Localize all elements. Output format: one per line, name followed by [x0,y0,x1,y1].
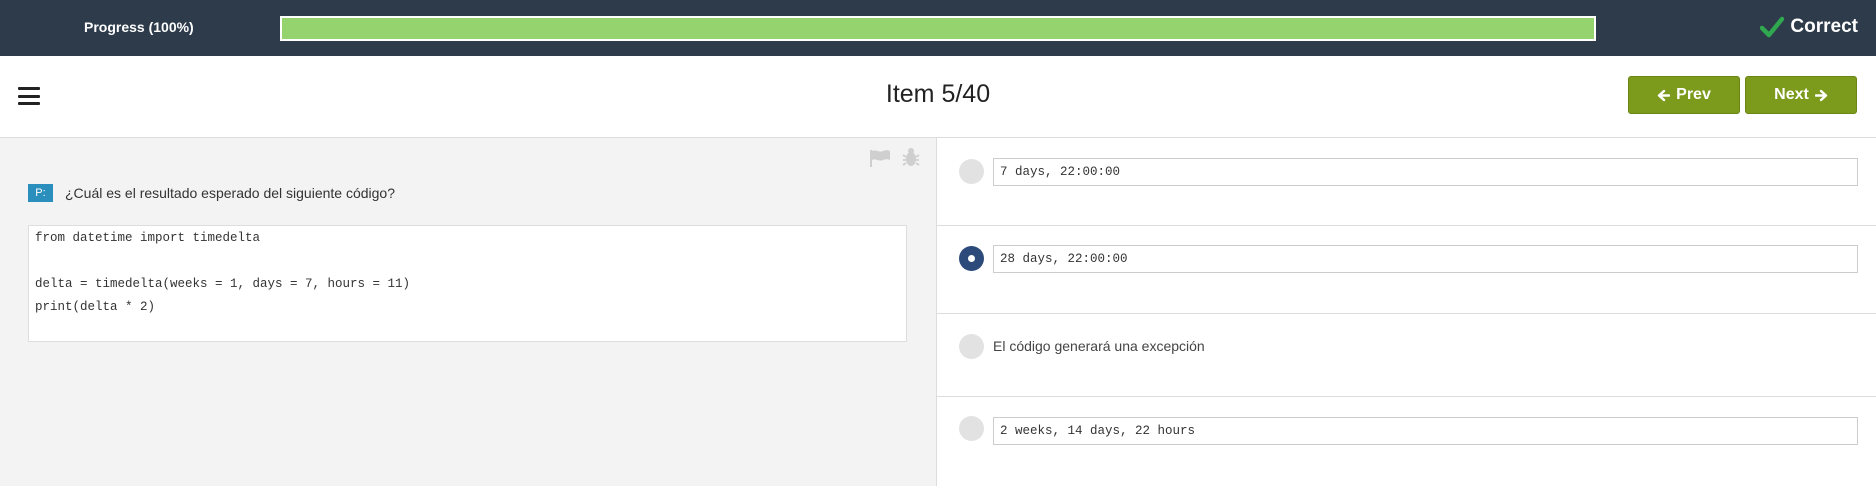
progress-bar-header: Progress (100%) Correct [0,0,1876,56]
question-pane: P: ¿Cuál es el resultado esperado del si… [0,138,937,486]
question-row: P: ¿Cuál es el resultado esperado del si… [28,184,395,202]
progress-label: Progress (100%) [84,19,194,35]
prev-label: Prev [1676,86,1711,103]
options-pane: 7 days, 22:00:00 28 days, 22:00:00 El có… [937,138,1876,486]
status-label: Correct [1790,16,1858,37]
option-4[interactable]: 2 weeks, 14 days, 22 hours [937,397,1876,486]
radio-button[interactable] [959,246,984,271]
option-1[interactable]: 7 days, 22:00:00 [937,138,1876,226]
question-text: ¿Cuál es el resultado esperado del sigui… [65,185,395,201]
next-button[interactable]: Next [1745,76,1857,114]
arrow-left-icon [1657,89,1671,101]
option-code: 28 days, 22:00:00 [993,245,1858,273]
bug-icon[interactable] [902,147,920,167]
option-3[interactable]: El código generará una excepción [937,314,1876,397]
code-block: from datetime import timedelta delta = t… [28,225,907,342]
option-code: 7 days, 22:00:00 [993,158,1858,186]
progress-track [280,16,1596,41]
item-header: Item 5/40 Prev Next [0,56,1876,138]
arrow-right-icon [1814,89,1828,101]
code-line: print(delta * 2) [35,300,156,314]
code-line: delta = timedelta(weeks = 1, days = 7, h… [35,277,411,291]
next-label: Next [1774,86,1809,103]
option-2[interactable]: 28 days, 22:00:00 [937,226,1876,314]
option-code: 2 weeks, 14 days, 22 hours [993,417,1858,445]
radio-button[interactable] [959,159,984,184]
flag-icon[interactable] [869,149,891,167]
question-badge: P: [28,184,53,202]
hamburger-menu-icon[interactable] [18,87,40,105]
item-title: Item 5/40 [885,80,991,108]
progress-fill [282,18,1594,39]
prev-button[interactable]: Prev [1628,76,1740,114]
check-icon [1760,16,1785,38]
radio-button[interactable] [959,416,984,441]
radio-button[interactable] [959,334,984,359]
code-line: from datetime import timedelta [35,231,261,245]
status-correct: Correct [1760,16,1858,38]
option-text: El código generará una excepción [993,338,1205,354]
